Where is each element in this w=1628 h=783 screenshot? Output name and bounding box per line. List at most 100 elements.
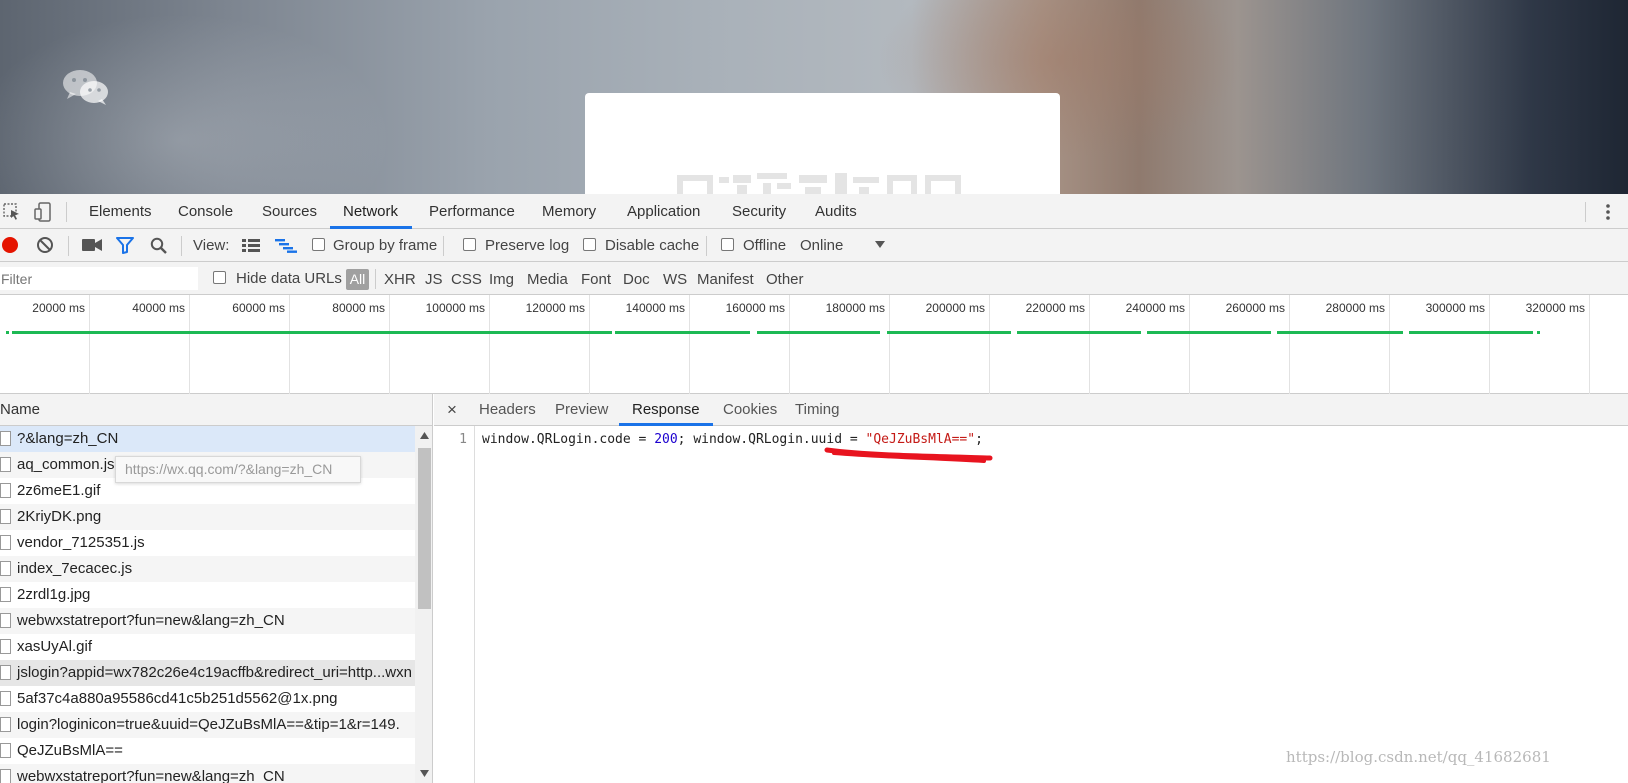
waterfall-bar [615, 331, 750, 334]
request-row[interactable]: ?&lang=zh_CN [0, 426, 415, 452]
timeline-gridline [989, 295, 990, 394]
request-row[interactable]: webwxstatreport?fun=new&lang=zh_CN [0, 608, 415, 634]
timeline-tick-label: 60000 ms [232, 301, 285, 315]
tab-memory[interactable]: Memory [542, 194, 596, 229]
request-name: QeJZuBsMlA== [17, 742, 123, 759]
type-filter-ws[interactable]: WS [663, 271, 687, 289]
waterfall-bar [887, 331, 1011, 334]
device-toolbar-icon[interactable] [34, 202, 52, 222]
type-filter-xhr[interactable]: XHR [384, 271, 416, 289]
large-rows-icon[interactable] [242, 238, 260, 253]
watermark-text: https://blog.csdn.net/qq_41682681 [1286, 748, 1551, 766]
tab-performance[interactable]: Performance [429, 194, 515, 229]
type-filter-manifest[interactable]: Manifest [697, 271, 754, 289]
filter-icon[interactable] [116, 237, 134, 254]
url-tooltip: https://wx.qq.com/?&lang=zh_CN [115, 456, 361, 483]
login-card [585, 93, 1060, 194]
screenshot-camera-icon[interactable] [82, 238, 102, 252]
tab-cookies[interactable]: Cookies [718, 394, 782, 426]
toolbar-divider [1585, 202, 1586, 222]
request-row[interactable]: index_7ecacec.js [0, 556, 415, 582]
scroll-down-icon[interactable] [420, 770, 429, 777]
timeline-tick-label: 220000 ms [1025, 301, 1085, 315]
more-options-icon[interactable] [1605, 203, 1611, 221]
tab-audits[interactable]: Audits [815, 194, 857, 229]
type-filter-all[interactable]: All [346, 269, 369, 290]
type-filter-doc[interactable]: Doc [623, 271, 650, 289]
disable-cache-checkbox[interactable] [583, 238, 596, 251]
file-icon [0, 743, 11, 758]
timeline-tick-label: 100000 ms [425, 301, 485, 315]
timeline-tick-label: 280000 ms [1325, 301, 1385, 315]
group-by-frame-checkbox[interactable] [312, 238, 325, 251]
request-row[interactable]: webwxstatreport?fun=new&lang=zh_CN [0, 764, 415, 783]
timeline-gridline [1089, 295, 1090, 394]
request-row[interactable]: xasUyAl.gif [0, 634, 415, 660]
timeline-tick-label: 140000 ms [625, 301, 685, 315]
waterfall-bar [1537, 331, 1540, 334]
request-row[interactable]: vendor_7125351.js [0, 530, 415, 556]
request-name: xasUyAl.gif [17, 638, 93, 655]
hide-data-urls-checkbox[interactable] [213, 271, 226, 284]
file-icon [0, 535, 11, 550]
line-gutter: 1 [434, 426, 475, 783]
tab-elements[interactable]: Elements [89, 194, 152, 229]
tab-timing[interactable]: Timing [790, 394, 844, 426]
type-filter-font[interactable]: Font [581, 271, 611, 289]
request-list-header[interactable]: Name [0, 394, 432, 426]
search-icon[interactable] [150, 237, 167, 254]
timeline-overview[interactable]: 20000 ms 40000 ms 60000 ms 80000 ms 100000 m… [0, 295, 1628, 394]
timeline-tick-label: 240000 ms [1125, 301, 1185, 315]
devtools-main-tabs: Elements Console Sources Network Perform… [0, 194, 1628, 229]
qr-code-icon [677, 173, 961, 194]
tab-security[interactable]: Security [732, 194, 786, 229]
tab-preview[interactable]: Preview [550, 394, 613, 426]
request-row[interactable]: 5af37c4a880a95586cd41c5b251d5562@1x.png [0, 686, 415, 712]
red-underline-annotation [824, 447, 993, 463]
request-list-scrollbar[interactable] [415, 426, 432, 783]
timeline-tick-label: 160000 ms [725, 301, 785, 315]
toolbar-divider [443, 236, 444, 256]
file-icon [0, 639, 11, 654]
type-filter-media[interactable]: Media [527, 271, 568, 289]
scroll-up-icon[interactable] [420, 432, 429, 439]
waterfall-bar [12, 331, 612, 334]
timeline-tick-label: 200000 ms [925, 301, 985, 315]
request-row[interactable]: 2KriyDK.png [0, 504, 415, 530]
tab-console[interactable]: Console [178, 194, 233, 229]
inspect-element-icon[interactable] [3, 203, 21, 221]
tab-sources[interactable]: Sources [262, 194, 317, 229]
request-name: ?&lang=zh_CN [17, 430, 119, 447]
scrollbar-thumb[interactable] [418, 448, 431, 609]
request-name: vendor_7125351.js [17, 534, 145, 551]
record-icon[interactable] [1, 236, 19, 254]
request-name: webwxstatreport?fun=new&lang=zh_CN [17, 612, 285, 629]
request-row[interactable]: jslogin?appid=wx782c26e4c19acffb&redirec… [0, 660, 415, 686]
timeline-gridline [589, 295, 590, 394]
type-filter-css[interactable]: CSS [451, 271, 482, 289]
request-row[interactable]: login?loginicon=true&uuid=QeJZuBsMlA==&t… [0, 712, 415, 738]
name-column-header[interactable]: Name [0, 401, 40, 418]
waterfall-overview-icon[interactable] [275, 238, 297, 253]
tab-application[interactable]: Application [627, 194, 700, 229]
preserve-log-checkbox[interactable] [463, 238, 476, 251]
type-filter-img[interactable]: Img [489, 271, 514, 289]
request-row[interactable]: QeJZuBsMlA== [0, 738, 415, 764]
type-filter-other[interactable]: Other [766, 271, 804, 289]
chevron-down-icon[interactable] [875, 241, 885, 249]
type-filter-js[interactable]: JS [425, 271, 443, 289]
timeline-tick-label: 120000 ms [525, 301, 585, 315]
wechat-logo-icon [63, 70, 108, 105]
throttling-select[interactable]: Online [800, 237, 843, 255]
file-icon [0, 587, 11, 602]
request-row[interactable]: 2zrdl1g.jpg [0, 582, 415, 608]
offline-checkbox[interactable] [721, 238, 734, 251]
clear-icon[interactable] [36, 236, 54, 254]
toolbar-divider [706, 236, 707, 256]
tab-headers[interactable]: Headers [474, 394, 541, 426]
waterfall-bar [1017, 331, 1141, 334]
tab-network[interactable]: Network [330, 194, 413, 229]
filter-input[interactable] [0, 267, 198, 290]
close-detail-button[interactable]: × [434, 394, 470, 426]
tab-response[interactable]: Response [619, 394, 713, 426]
